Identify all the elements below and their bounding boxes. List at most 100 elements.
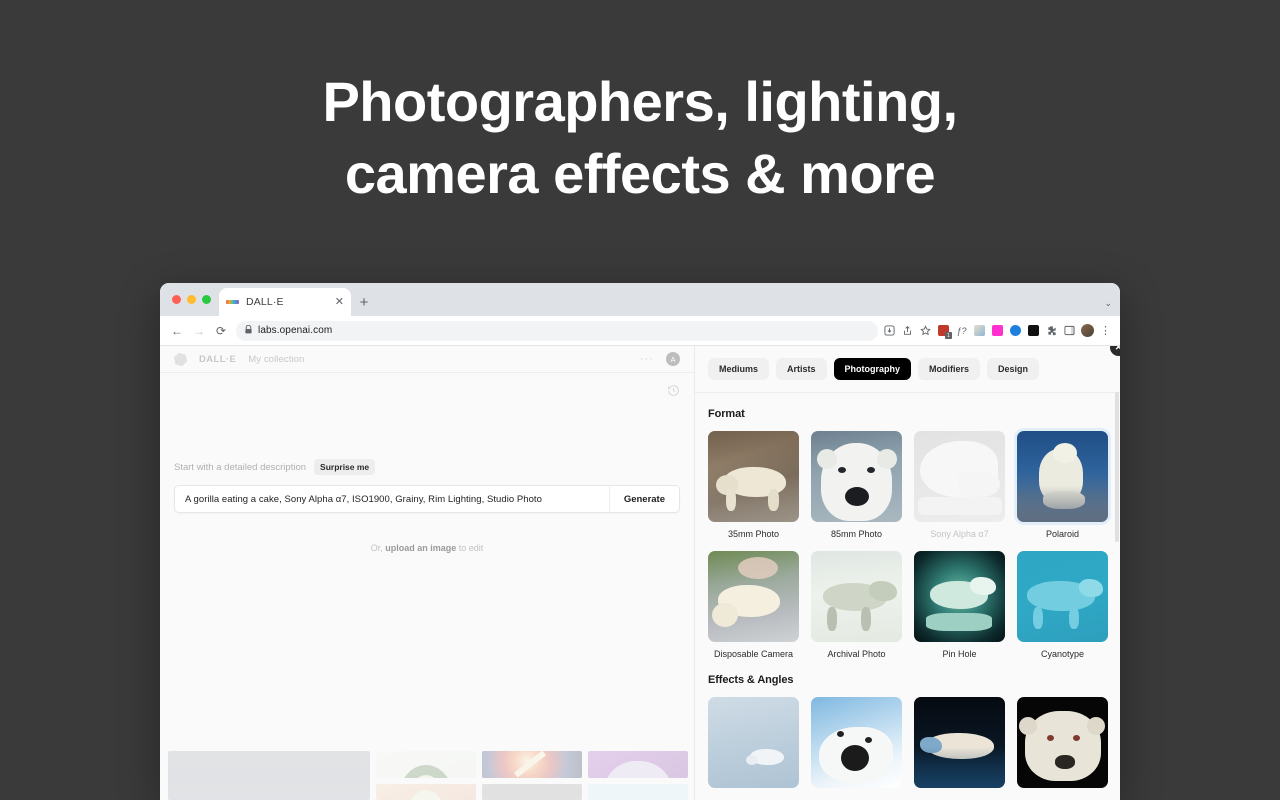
dalle-favicon-icon xyxy=(226,300,239,304)
thumb-wrap xyxy=(811,551,902,642)
extension-badge: 1 xyxy=(945,332,952,339)
history-clock-icon[interactable] xyxy=(667,384,680,397)
avocado-chair-image[interactable] xyxy=(376,751,476,778)
upload-row: Or, upload an image to edit xyxy=(174,543,680,553)
dalle-left-pane: DALL·E My collection ··· A Start with a … xyxy=(160,346,695,800)
browser-toolbar: ← → ⟳ labs.openai.com 1 ƒ? ⋮ xyxy=(160,316,1120,346)
install-app-icon[interactable] xyxy=(883,324,896,337)
style-thumb-image xyxy=(914,431,1005,522)
tab-design[interactable]: Design xyxy=(987,358,1040,380)
dalle-right-panel: Mediums Artists Photography Modifiers De… xyxy=(695,346,1120,800)
tab-title: DALL·E xyxy=(246,296,284,308)
style-card-label: Polaroid xyxy=(1045,529,1080,539)
effect-card-2[interactable] xyxy=(811,697,902,795)
section-format: Format 35mm Photo 85mm Photo ✕ Sony Alph… xyxy=(695,346,1120,659)
style-card-disposable-camera[interactable]: Disposable Camera xyxy=(708,551,799,659)
tab-photography[interactable]: Photography xyxy=(833,358,912,380)
close-window-button[interactable] xyxy=(172,295,181,304)
style-card-label: Cyanotype xyxy=(1040,649,1085,659)
avatar[interactable]: A xyxy=(666,352,680,366)
new-tab-button[interactable]: + xyxy=(351,288,377,316)
pink-extension-icon[interactable] xyxy=(991,324,1004,337)
dark-extension-icon[interactable] xyxy=(1027,324,1040,337)
hero-line-1: Photographers, lighting, xyxy=(322,69,958,133)
cosmic-dancer-image[interactable] xyxy=(482,751,582,778)
upload-prefix: Or, xyxy=(370,543,383,553)
style-thumb-image xyxy=(708,551,799,642)
upload-suffix: to edit xyxy=(458,543,484,553)
grey-thumb-image[interactable] xyxy=(482,783,582,800)
grammarly-extension-icon[interactable]: ƒ? xyxy=(955,324,968,337)
panel-scrollbar[interactable] xyxy=(1115,392,1119,542)
reload-icon[interactable]: ⟳ xyxy=(210,320,232,342)
thumb-wrap xyxy=(1017,551,1108,642)
style-card-label: Archival Photo xyxy=(827,649,886,659)
address-bar[interactable]: labs.openai.com xyxy=(236,320,878,341)
style-thumb-image xyxy=(811,551,902,642)
thumb-wrap xyxy=(811,431,902,522)
composer-label-row: Start with a detailed description Surpri… xyxy=(174,459,680,475)
side-panel-icon[interactable] xyxy=(1063,324,1076,337)
prompt-input[interactable] xyxy=(175,486,609,512)
tab-mediums[interactable]: Mediums xyxy=(708,358,770,380)
style-card-polaroid[interactable]: Polaroid xyxy=(1017,431,1108,539)
prompt-bar: Generate xyxy=(174,485,680,513)
maximize-window-button[interactable] xyxy=(202,295,211,304)
bookmark-star-icon[interactable] xyxy=(919,324,932,337)
avocado-chair-2-image[interactable] xyxy=(376,783,476,800)
more-options-icon[interactable]: ··· xyxy=(640,353,654,365)
style-card-85mm-photo[interactable]: 85mm Photo xyxy=(811,431,902,539)
style-card-label: Pin Hole xyxy=(942,649,977,659)
chevron-down-icon[interactable]: ⌄ xyxy=(1104,298,1112,309)
profile-avatar-icon[interactable] xyxy=(1081,324,1094,337)
style-card-archival-photo[interactable]: Archival Photo xyxy=(811,551,902,659)
openai-logo-icon[interactable] xyxy=(174,352,187,366)
back-icon[interactable]: ← xyxy=(166,320,188,342)
minimize-window-button[interactable] xyxy=(187,295,196,304)
style-card-cyanotype[interactable]: Cyanotype xyxy=(1017,551,1108,659)
gallery-column xyxy=(482,751,582,800)
blue-extension-icon[interactable] xyxy=(1009,324,1022,337)
honey-extension-icon[interactable]: 1 xyxy=(937,324,952,339)
effect-thumb-image xyxy=(914,697,1005,788)
generate-button[interactable]: Generate xyxy=(608,486,679,512)
style-card-label: Disposable Camera xyxy=(713,649,794,659)
puzzle-extensions-icon[interactable] xyxy=(1045,324,1058,337)
chrome-menu-icon[interactable]: ⋮ xyxy=(1099,324,1112,337)
share-icon[interactable] xyxy=(901,324,914,337)
thumb-wrap xyxy=(708,431,799,522)
style-thumb-image xyxy=(914,551,1005,642)
fishbowl-image[interactable] xyxy=(168,751,370,800)
screenshot-extension-icon[interactable] xyxy=(973,324,986,337)
effect-card-1[interactable] xyxy=(708,697,799,795)
style-card-pin-hole[interactable]: Pin Hole xyxy=(914,551,1005,659)
app-header: DALL·E My collection ··· A xyxy=(160,346,694,373)
tab-artists[interactable]: Artists xyxy=(776,358,827,380)
style-card-label: Sony Alpha α7 xyxy=(930,529,989,539)
effect-thumb-image xyxy=(811,697,902,788)
tab-modifiers[interactable]: Modifiers xyxy=(918,358,981,380)
style-card-sony-alpha-a7[interactable]: ✕ Sony Alpha α7 xyxy=(914,346,1120,539)
url-text: labs.openai.com xyxy=(258,325,333,336)
page-content: DALL·E My collection ··· A Start with a … xyxy=(160,346,1120,800)
upload-link[interactable]: upload an image xyxy=(385,543,456,553)
effect-card-3[interactable] xyxy=(914,697,1005,795)
cyan-thumb-image[interactable] xyxy=(588,783,688,800)
style-thumb-image xyxy=(811,431,902,522)
hero-line-2: camera effects & more xyxy=(344,141,936,205)
style-thumb-image xyxy=(1017,551,1108,642)
app-brand[interactable]: DALL·E xyxy=(199,354,236,365)
forward-icon[interactable]: → xyxy=(188,320,210,342)
browser-tab-dalle[interactable]: DALL·E ✕ xyxy=(219,288,351,316)
style-card-35mm-photo[interactable]: 35mm Photo xyxy=(708,431,799,539)
thumb-wrap xyxy=(708,551,799,642)
purple-monster-image[interactable] xyxy=(588,751,688,778)
section-effects-angles: Effects & Angles xyxy=(695,674,1120,795)
section-title: Effects & Angles xyxy=(708,674,794,686)
surprise-me-button[interactable]: Surprise me xyxy=(314,459,376,475)
browser-window: DALL·E ✕ + ⌄ ← → ⟳ labs.openai.com 1 ƒ? … xyxy=(160,283,1120,800)
nav-my-collection[interactable]: My collection xyxy=(248,354,304,365)
effect-card-4[interactable] xyxy=(1017,697,1108,795)
close-icon[interactable]: ✕ xyxy=(335,296,344,308)
effects-card-grid xyxy=(708,697,1108,795)
